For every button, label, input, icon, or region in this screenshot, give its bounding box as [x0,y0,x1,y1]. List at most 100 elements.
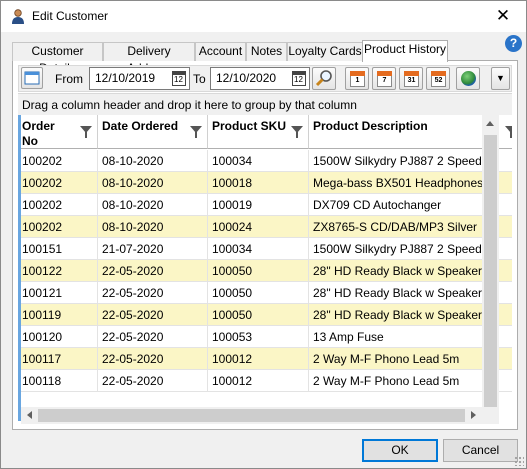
toolbar-dropdown-button[interactable]: ▼ [491,67,510,90]
column-header-date-ordered[interactable]: Date Ordered [98,115,208,149]
to-label: To [193,72,206,86]
cell-date-ordered[interactable]: 22-05-2020 [98,260,208,282]
cell-order-no[interactable]: 100121 [18,282,98,304]
cell-product-sku[interactable]: 100050 [208,304,309,326]
tab-label: Account [198,44,243,58]
cell-order-no[interactable]: 100202 [18,216,98,238]
table-row[interactable]: 100202 08-10-2020 100019 DX709 CD Autochang… [18,194,512,216]
tab-delivery-address[interactable]: Delivery Address [103,42,195,75]
cell-date-ordered[interactable]: 22-05-2020 [98,326,208,348]
column-header-label: Product Description [313,119,428,133]
cell-date-ordered[interactable]: 22-05-2020 [98,304,208,326]
column-header-label: Date Ordered [102,119,179,133]
globe-icon [461,71,476,86]
cell-order-no[interactable]: 100151 [18,238,98,260]
cell-date-ordered[interactable]: 22-05-2020 [98,348,208,370]
table-row[interactable]: 100122 22-05-2020 100050 28" HD Ready Black… [18,260,512,282]
cell-order-no[interactable]: 100202 [18,194,98,216]
period-1-day-button[interactable]: 1 [345,67,369,90]
tab-product-history[interactable]: Product History [362,40,448,62]
tab-label: Loyalty Cards [288,44,362,58]
filter-icon[interactable] [505,126,512,138]
search-icon [315,70,332,87]
cell-order-no[interactable]: 100202 [18,172,98,194]
cell-date-ordered[interactable]: 08-10-2020 [98,194,208,216]
cell-product-sku[interactable]: 100050 [208,282,309,304]
tab-notes[interactable]: Notes [246,42,287,61]
horizontal-scrollbar[interactable] [21,407,482,424]
cell-date-ordered[interactable]: 08-10-2020 [98,172,208,194]
table-row[interactable]: 100202 08-10-2020 100024 ZX8765-S CD/DAB/MP… [18,216,512,238]
cell-date-ordered[interactable]: 21-07-2020 [98,238,208,260]
calendar-icon[interactable]: 12 [172,71,186,86]
scroll-up-icon[interactable] [486,121,494,126]
column-header-product-sku[interactable]: Product SKU [208,115,309,149]
tab-loyalty-cards[interactable]: Loyalty Cards [287,42,363,61]
cell-product-sku[interactable]: 100034 [208,150,309,172]
table-row[interactable]: 100151 21-07-2020 100034 1500W Silkydry PJ8… [18,238,512,260]
table-row[interactable]: 100118 22-05-2020 100012 2 Way M-F Phono Le… [18,370,512,392]
cell-date-ordered[interactable]: 08-10-2020 [98,150,208,172]
cell-product-sku[interactable]: 100053 [208,326,309,348]
scroll-left-icon[interactable] [27,411,32,419]
help-icon[interactable]: ? [505,35,522,52]
period-31-day-button[interactable]: 31 [399,67,423,90]
cell-date-ordered[interactable]: 22-05-2020 [98,370,208,392]
edit-customer-window: Edit Customer ✕ ? Customer Details Deliv… [0,0,527,469]
tab-label: Notes [250,44,283,58]
chevron-down-icon: ▼ [496,73,505,83]
group-by-panel[interactable]: Drag a column header and drop it here to… [18,93,512,115]
table-row[interactable]: 100121 22-05-2020 100050 28" HD Ready Black… [18,282,512,304]
cell-product-sku[interactable]: 100034 [208,238,309,260]
close-button[interactable]: ✕ [480,1,526,32]
group-by-hint: Drag a column header and drop it here to… [22,98,357,112]
cell-order-no[interactable]: 100119 [18,304,98,326]
customer-person-icon [12,9,24,24]
column-header-label: Product SKU [212,119,287,133]
calendar-52-week-icon: 52 [431,71,446,87]
scrollbar-corner [482,407,499,424]
period-52-week-button[interactable]: 52 [426,67,450,90]
search-button[interactable] [312,67,336,90]
table-row[interactable]: 100119 22-05-2020 100050 28" HD Ready Black… [18,304,512,326]
to-date-value: 12/10/2020 [216,71,277,85]
vertical-scrollbar[interactable] [482,115,499,421]
period-7-day-button[interactable]: 7 [372,67,396,90]
ok-button[interactable]: OK [362,439,438,462]
cell-product-sku[interactable]: 100012 [208,348,309,370]
cell-order-no[interactable]: 100117 [18,348,98,370]
scroll-right-icon[interactable] [471,411,476,419]
cell-product-sku[interactable]: 100050 [208,260,309,282]
tab-account[interactable]: Account [195,42,246,61]
to-date-field[interactable]: 12/10/2020 12 [210,67,310,90]
cancel-button[interactable]: Cancel [443,439,518,462]
horizontal-scroll-thumb[interactable] [38,409,465,422]
table-row[interactable]: 100202 08-10-2020 100034 1500W Silkydry PJ8… [18,150,512,172]
from-date-field[interactable]: 12/10/2019 12 [89,67,190,90]
cell-order-no[interactable]: 100120 [18,326,98,348]
grid-left-edge [18,115,21,421]
tab-customer-details[interactable]: Customer Details [12,42,103,75]
filter-icon[interactable] [291,126,303,138]
close-icon: ✕ [495,6,511,25]
cell-product-sku[interactable]: 100012 [208,370,309,392]
grid-view-button[interactable] [21,67,43,89]
cell-product-sku[interactable]: 100018 [208,172,309,194]
calendar-icon[interactable]: 12 [292,71,306,86]
cell-product-sku[interactable]: 100019 [208,194,309,216]
cell-date-ordered[interactable]: 08-10-2020 [98,216,208,238]
cell-product-sku[interactable]: 100024 [208,216,309,238]
cell-order-no[interactable]: 100122 [18,260,98,282]
cell-order-no[interactable]: 100202 [18,150,98,172]
table-row[interactable]: 100120 22-05-2020 100053 13 Amp Fuse [18,326,512,348]
column-header-order-no[interactable]: Order No [18,115,98,149]
filter-icon[interactable] [80,126,92,138]
cell-order-no[interactable]: 100118 [18,370,98,392]
filter-icon[interactable] [190,126,202,138]
cell-date-ordered[interactable]: 22-05-2020 [98,282,208,304]
table-row[interactable]: 100117 22-05-2020 100012 2 Way M-F Phono Le… [18,348,512,370]
vertical-scroll-thumb[interactable] [484,135,497,408]
resize-grip-icon[interactable] [514,456,524,466]
table-row[interactable]: 100202 08-10-2020 100018 Mega-bass BX501 He… [18,172,512,194]
globe-button[interactable] [456,67,480,90]
